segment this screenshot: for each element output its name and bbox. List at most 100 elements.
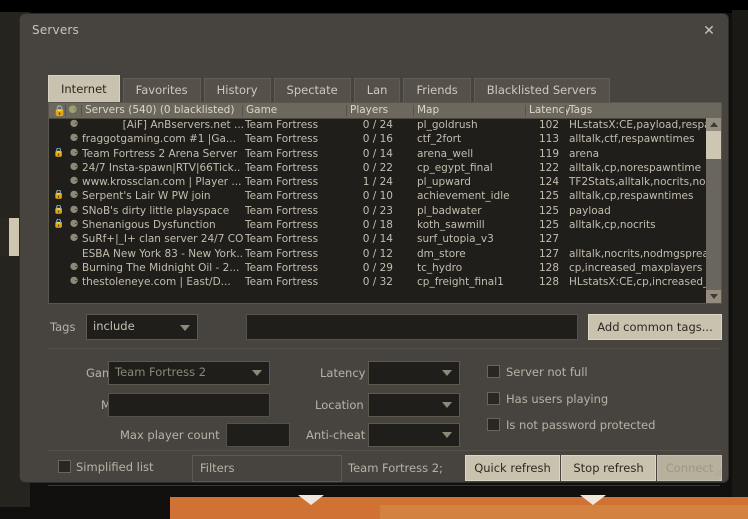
row-lock-icon: 🔒	[53, 204, 65, 215]
shield-column-icon[interactable]: ⚈	[68, 104, 77, 116]
column-header-players[interactable]: Players	[350, 104, 388, 116]
row-game: Team Fortress	[245, 161, 319, 174]
row-latency: 113	[538, 133, 559, 146]
chevron-down-icon	[442, 402, 452, 408]
row-map: pl_badwater	[417, 204, 482, 217]
table-row[interactable]: ⚈ 24/7 Insta-spawn|RTV|66Tick.. Team Fortr…	[49, 161, 706, 175]
row-tags: HLstatsX:CE,cp,increased_maxplayers	[569, 276, 706, 289]
row-secure-icon: ⚈	[69, 119, 79, 130]
row-secure-icon: ⚈	[69, 161, 79, 173]
is-not-password-protected-checkbox[interactable]	[487, 418, 500, 431]
column-header-servers[interactable]: Servers (540) (0 blacklisted)	[85, 104, 234, 116]
row-players: 0 / 23	[362, 204, 393, 217]
server-list-rows: ⚈ [AiF] AnBservers.net ... Team Fortress 0 …	[49, 118, 706, 303]
table-row[interactable]: ⚈ fraggotgaming.com #1 |Ga... Team Fortres…	[49, 132, 706, 146]
row-secure-icon: ⚈	[69, 204, 79, 216]
scrollbar-thumb[interactable]	[706, 131, 721, 159]
table-row[interactable]: 🔒 ⚈ SNoB's dirty little playspace Team Fort…	[49, 204, 706, 218]
servers-dialog: Servers ✕ Internet Favorites History Spe…	[20, 14, 728, 486]
tab-internet[interactable]: Internet	[48, 75, 120, 102]
row-tags: alltalk,cp,norespawntime	[569, 161, 702, 174]
row-secure-icon: ⚈	[69, 190, 79, 202]
tab-strip: Internet Favorites History Spectate Lan …	[48, 75, 613, 102]
row-latency: 125	[538, 219, 559, 232]
row-lock-icon: 🔒	[53, 147, 65, 158]
row-server-name: fraggotgaming.com #1 |Ga...	[82, 133, 236, 146]
tab-blacklisted-servers[interactable]: Blacklisted Servers	[473, 78, 610, 102]
max-player-count-label: Max player count	[120, 428, 220, 442]
tab-lan[interactable]: Lan	[353, 78, 401, 102]
simplified-list-checkbox[interactable]	[58, 460, 71, 473]
table-row[interactable]: 🔒 ⚈ Team Fortress 2 Arena Server Team Fortr…	[49, 147, 706, 161]
chevron-down-icon	[442, 370, 452, 376]
column-header-map[interactable]: Map	[417, 104, 439, 116]
tab-spectate[interactable]: Spectate	[273, 78, 351, 102]
row-map: surf_utopia_v3	[417, 233, 494, 246]
quick-refresh-button[interactable]: Quick refresh	[465, 455, 560, 481]
game-dropdown[interactable]: Team Fortress 2	[108, 361, 270, 385]
row-latency: 128	[538, 261, 559, 274]
filter-divider	[48, 348, 720, 349]
dialog-title: Servers	[32, 23, 80, 37]
has-users-playing-label[interactable]: Has users playing	[506, 392, 608, 406]
tab-friends[interactable]: Friends	[403, 78, 471, 102]
row-map: achievement_idle	[417, 190, 510, 203]
server-list-scrollbar[interactable]	[706, 118, 721, 303]
row-map: cp_freight_final1	[417, 276, 504, 289]
table-row[interactable]: ⚈ [AiF] AnBservers.net ... Team Fortress 0 …	[49, 118, 706, 132]
column-header-tags[interactable]: Tags	[569, 104, 592, 116]
row-latency: 102	[538, 119, 559, 131]
max-player-count-input[interactable]	[226, 423, 290, 447]
row-game: Team Fortress	[245, 119, 319, 131]
row-game: Team Fortress	[245, 204, 319, 217]
simplified-list-label[interactable]: Simplified list	[76, 460, 154, 474]
has-users-playing-checkbox[interactable]	[487, 392, 500, 405]
server-not-full-label[interactable]: Server not full	[506, 365, 588, 379]
filters-group: Filters	[192, 455, 342, 482]
row-map: arena_well	[417, 147, 474, 160]
anticheat-label: Anti-cheat	[306, 428, 366, 442]
bottom-divider	[48, 450, 720, 451]
table-row[interactable]: 🔒 ⚈ Serpent's Lair W PW join Team Fortress 0…	[49, 189, 706, 203]
dialog-titlebar[interactable]: Servers ✕	[20, 14, 728, 48]
table-row[interactable]: ⚈ SuRf+|_I+ clan server 24/7 CO.. Team For…	[49, 232, 706, 246]
table-row[interactable]: ⚈ thestoleneye.com | East/D... Team Fortr…	[49, 275, 706, 289]
scroll-up-icon[interactable]	[706, 118, 721, 131]
resize-handle-icon[interactable]	[713, 467, 723, 477]
row-server-name: Shenanigous Dysfunction	[82, 219, 216, 232]
row-game: Team Fortress	[245, 176, 319, 189]
tags-input[interactable]	[246, 314, 578, 340]
tab-history[interactable]: History	[203, 78, 271, 102]
table-row[interactable]: ⚈ Burning The Midnight Oil - 2... Team For…	[49, 261, 706, 275]
row-latency: 124	[538, 176, 559, 189]
tags-filter-row: Tags include Add common tags...	[48, 314, 722, 340]
row-secure-icon: ⚈	[69, 219, 79, 231]
latency-dropdown[interactable]	[368, 361, 460, 385]
row-players: 0 / 12	[362, 247, 393, 260]
tab-favorites[interactable]: Favorites	[122, 78, 201, 102]
anticheat-dropdown[interactable]	[368, 423, 460, 447]
column-header-game[interactable]: Game	[246, 104, 277, 116]
row-players: 0 / 14	[362, 233, 393, 246]
background-letter-shape-inner	[0, 218, 9, 256]
scroll-down-icon[interactable]	[706, 290, 721, 303]
row-players: 0 / 10	[362, 190, 393, 203]
row-game: Team Fortress	[245, 219, 319, 232]
row-game: Team Fortress	[245, 233, 319, 246]
location-dropdown[interactable]	[368, 393, 460, 417]
row-players: 0 / 16	[362, 133, 393, 146]
row-secure-icon: ⚈	[69, 261, 79, 273]
table-row[interactable]: ⚈ www.krossclan.com | Player ... Team Fort…	[49, 175, 706, 189]
tags-mode-dropdown[interactable]: include	[86, 314, 198, 340]
table-row[interactable]: 🔒 ⚈ Shenanigous Dysfunction Team Fortress 0 …	[49, 218, 706, 232]
stop-refresh-button[interactable]: Stop refresh	[561, 455, 656, 481]
server-list-header: 🔒 ⚈ Servers (540) (0 blacklisted) Game P…	[49, 103, 721, 119]
table-row[interactable]: ESBA New York 83 - New York.. Team Fortre…	[49, 247, 706, 261]
row-players: 0 / 29	[362, 261, 393, 274]
is-not-password-protected-label[interactable]: Is not password protected	[506, 418, 655, 432]
add-common-tags-button[interactable]: Add common tags...	[588, 314, 722, 340]
close-icon[interactable]: ✕	[696, 20, 722, 42]
server-not-full-checkbox[interactable]	[487, 365, 500, 378]
map-input[interactable]	[108, 393, 270, 417]
server-list: 🔒 ⚈ Servers (540) (0 blacklisted) Game P…	[48, 102, 722, 304]
